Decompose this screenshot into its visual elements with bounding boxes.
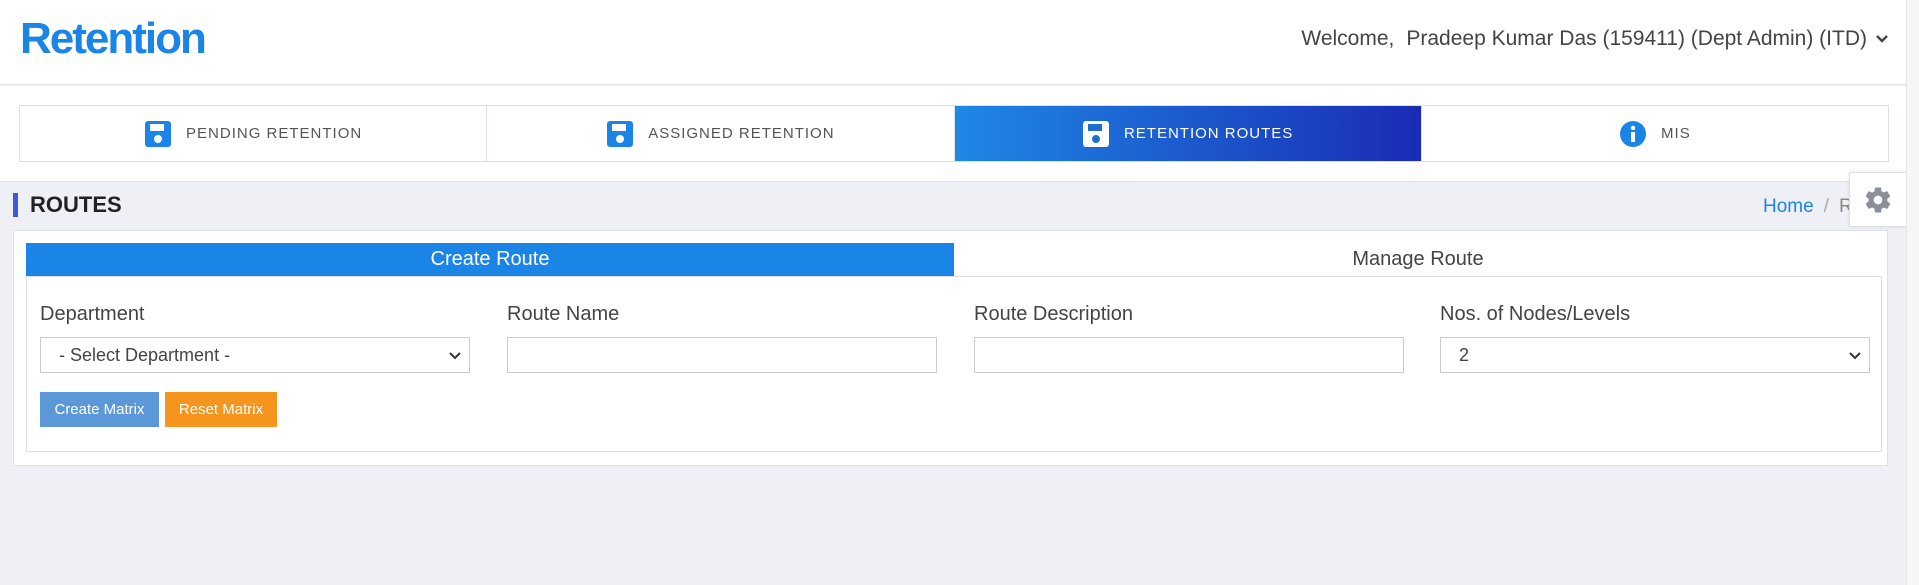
- breadcrumb-separator: /: [1823, 196, 1829, 217]
- route-name-input[interactable]: [507, 337, 937, 373]
- tab-bar: PENDING RETENTION ASSIGNED RETENTION RET…: [19, 105, 1889, 162]
- department-select[interactable]: - Select Department -: [40, 337, 470, 373]
- app-logo[interactable]: Retention: [20, 14, 207, 64]
- floppy-disk-icon: [607, 120, 634, 147]
- user-menu[interactable]: Welcome, Pradeep Kumar Das (159411) (Dep…: [1301, 27, 1889, 51]
- vertical-scrollbar[interactable]: [1906, 0, 1919, 585]
- create-route-form: Department - Select Department - Route N…: [26, 276, 1882, 452]
- route-description-label: Route Description: [974, 303, 1133, 325]
- tab-label: RETENTION ROUTES: [1123, 125, 1294, 142]
- tab-create-route[interactable]: Create Route: [26, 243, 954, 276]
- header: Retention Welcome, Pradeep Kumar Das (15…: [0, 0, 1919, 85]
- floppy-disk-icon: [1082, 120, 1109, 147]
- tab-retention-routes[interactable]: RETENTION ROUTES: [954, 106, 1422, 161]
- tab-manage-route[interactable]: Manage Route: [954, 243, 1882, 276]
- nodes-levels-label: Nos. of Nodes/Levels: [1440, 303, 1631, 325]
- nodes-levels-select[interactable]: 2: [1440, 337, 1870, 373]
- welcome-label: Welcome,: [1301, 27, 1395, 50]
- breadcrumb-home-link[interactable]: Home: [1763, 196, 1814, 217]
- reset-matrix-button[interactable]: Reset Matrix: [165, 392, 277, 427]
- tab-label: ASSIGNED RETENTION: [648, 125, 835, 142]
- settings-button[interactable]: [1849, 172, 1906, 227]
- page-title: ROUTES: [13, 193, 122, 217]
- user-name: Pradeep Kumar Das (159411) (Dept Admin) …: [1406, 27, 1867, 50]
- department-select-value: - Select Department -: [59, 344, 231, 365]
- gear-icon: [1865, 187, 1891, 213]
- route-description-input[interactable]: [974, 337, 1404, 373]
- create-matrix-button[interactable]: Create Matrix: [40, 392, 159, 427]
- department-label: Department: [40, 303, 145, 325]
- floppy-disk-icon: [145, 120, 172, 147]
- tab-mis[interactable]: MIS: [1422, 106, 1888, 161]
- info-circle-icon: [1620, 120, 1647, 147]
- routes-card: Create Route Manage Route Department - S…: [13, 230, 1888, 466]
- chevron-down-icon: [1876, 35, 1888, 43]
- route-name-label: Route Name: [507, 303, 620, 325]
- nodes-levels-select-value: 2: [1459, 344, 1470, 365]
- chevron-down-icon: [1849, 352, 1861, 360]
- tab-label: PENDING RETENTION: [186, 125, 363, 142]
- tab-label: MIS: [1661, 125, 1691, 142]
- route-subtabs: Create Route Manage Route: [26, 243, 1882, 276]
- main-nav: PENDING RETENTION ASSIGNED RETENTION RET…: [0, 86, 1906, 182]
- chevron-down-icon: [449, 352, 461, 360]
- breadcrumb: Home / R: [1763, 196, 1853, 218]
- tab-assigned-retention[interactable]: ASSIGNED RETENTION: [487, 106, 955, 161]
- tab-pending-retention[interactable]: PENDING RETENTION: [20, 106, 488, 161]
